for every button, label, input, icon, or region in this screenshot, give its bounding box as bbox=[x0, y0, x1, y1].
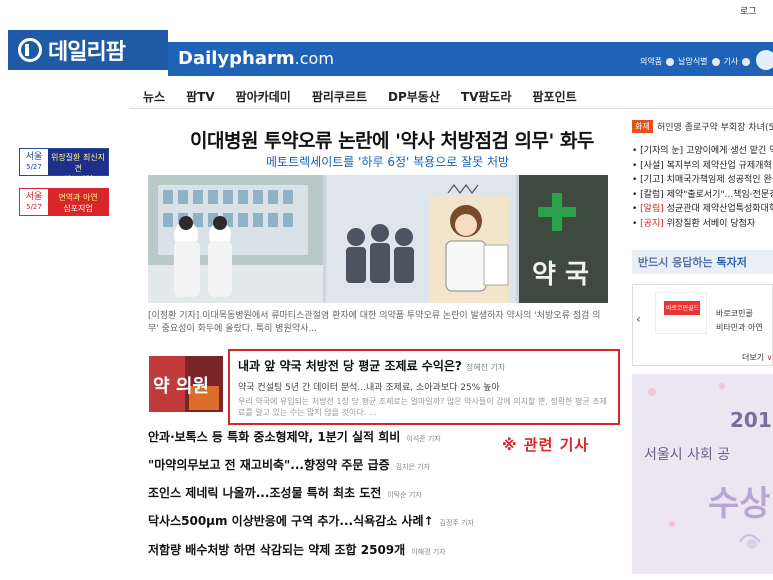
list-item[interactable]: • [기고] 치매국가책임제 성공적인 완성 bbox=[632, 173, 773, 188]
nav-pharm-tv[interactable]: 팜TV bbox=[186, 88, 215, 105]
ad-decoration bbox=[648, 383, 761, 549]
related-label: ※ 관련 기사 bbox=[502, 436, 590, 454]
nav-news[interactable]: 뉴스 bbox=[143, 88, 165, 105]
image-sign-text: 약 국 bbox=[532, 260, 589, 290]
list-item[interactable]: • [알림] 성균관대 제약산업특성화대학원 bbox=[632, 202, 773, 217]
list-item[interactable]: • [공지] 위장질환 서베이 당첨자 bbox=[632, 217, 773, 232]
site-logo[interactable]: 데일리팜 bbox=[8, 30, 168, 70]
badge-text: 면역과 아연 심포지엄 bbox=[48, 189, 108, 215]
search-circle-icon[interactable] bbox=[756, 50, 773, 70]
logo-text: 데일리팜 bbox=[48, 40, 126, 65]
right-ad-banner[interactable] bbox=[632, 374, 773, 574]
related-title: 내과 앞 약국 처방전 당 평균 조제료 수익은? 정혜진 기자 bbox=[238, 359, 506, 373]
page: 로그 데일리팜 Dailypharm.com 의약품 날앙식별 기사 뉴스 팜T… bbox=[0, 0, 773, 580]
hot-news-link[interactable]: 허인영 종로구약 부회장 차녀(5/ bbox=[657, 120, 773, 133]
badge-text: 위장질환 최신지견 심포지엄 bbox=[48, 149, 108, 184]
pharmacy-sign-image: 약 의원 bbox=[149, 356, 223, 412]
more-button[interactable]: 더보기 ∨ bbox=[742, 352, 773, 363]
ad-year: 2017 bbox=[730, 408, 773, 432]
news-item[interactable]: 닥사스500μm 이상반응에 구역 추가...식욕감소 사례↑ 김정주 기자 bbox=[148, 512, 474, 529]
news-item[interactable]: 저함량 배수처방 하면 삭감되는 약제 조합 2509개 이혜경 기자 bbox=[148, 541, 446, 558]
login-link[interactable]: 로그 bbox=[740, 4, 757, 17]
dot-icon bbox=[666, 57, 675, 66]
reader-survey-banner[interactable]: 반드시 응답하는 독자저 bbox=[632, 250, 773, 274]
nav-pharm-recruit[interactable]: 팜리쿠르트 bbox=[312, 88, 367, 105]
list-item[interactable]: • [사설] 복지부의 제약산업 규제개혁 의 bbox=[632, 159, 773, 174]
ad-headline: 서울시 사회 공 bbox=[644, 447, 731, 463]
related-reporter: 정혜진 기자 bbox=[465, 363, 506, 372]
quick-link-drug[interactable]: 의약품 bbox=[640, 56, 662, 67]
list-item[interactable]: • [기자의 눈] 고양이에게 생선 맡긴 약국 bbox=[632, 144, 773, 159]
main-nav: 뉴스 팜TV 팜아카데미 팜리쿠르트 DP부동산 TV팜도라 팜포인트 bbox=[143, 88, 598, 105]
carousel-prev-icon[interactable]: ‹ bbox=[636, 312, 641, 326]
quick-link-news[interactable]: 기사 bbox=[724, 56, 739, 67]
thumb-sign-text: 약 의원 bbox=[153, 375, 209, 397]
nav-pharm-point[interactable]: 팜포인트 bbox=[533, 88, 577, 105]
main-subhead[interactable]: 메토트렉세이트를 '하루 6정' 복용으로 잘못 처방 bbox=[266, 153, 509, 170]
related-body: 우리 약국에 유입되는 처방전 1장 당 평균 조제료는 얼마일까? 많은 약사… bbox=[238, 397, 608, 417]
nav-tv-pharmdora[interactable]: TV팜도라 bbox=[461, 88, 512, 105]
symposium-badge-zinc[interactable]: 서울 5/27 면역과 아연 심포지엄 bbox=[19, 188, 109, 216]
brand-name[interactable]: Dailypharm.com bbox=[178, 48, 334, 69]
quick-link-pill-id[interactable]: 날앙식별 bbox=[678, 56, 707, 67]
nav-pharm-academy[interactable]: 팜아카데미 bbox=[236, 88, 291, 105]
news-item[interactable]: "마약의무보고 전 재고비축"...향정약 주문 급증 김지은 기자 bbox=[148, 456, 430, 473]
logo-mark-icon bbox=[18, 38, 42, 62]
list-item[interactable]: • [칼럼] 제약"출로서기"...책임·전문경영 bbox=[632, 188, 773, 203]
product-desc: 비타민과 아연 bbox=[716, 323, 763, 332]
badge-city: 서울 5/27 bbox=[20, 189, 48, 215]
main-headline[interactable]: 이대병원 투약오류 논란에 '약사 처방점검 의무' 화두 bbox=[190, 126, 594, 153]
related-thumbnail[interactable]: 약 의원 bbox=[149, 356, 223, 412]
hot-tag: 화제 bbox=[632, 120, 653, 133]
dot-icon bbox=[742, 57, 751, 66]
related-subtitle: 약국 컨설팅 5년 간 데이터 분석...내과 조제료, 소아과보다 25% 높… bbox=[238, 383, 500, 393]
product-name[interactable]: 바로코민골 bbox=[716, 308, 753, 319]
dot-icon bbox=[711, 57, 720, 66]
symposium-badge-gi[interactable]: 서울 5/27 위장질환 최신지견 심포지엄 bbox=[19, 148, 109, 184]
pharmacy-illustration: 약 국 bbox=[148, 175, 608, 303]
related-article-box[interactable]: 내과 앞 약국 처방전 당 평균 조제료 수익은? 정혜진 기자 약국 컨설팅 5… bbox=[228, 349, 620, 425]
main-article-image[interactable]: 약 국 bbox=[148, 175, 608, 303]
quick-links: 의약품 날앙식별 기사 bbox=[640, 56, 751, 67]
product-image[interactable]: 바로코민골드 bbox=[655, 292, 707, 334]
main-lead-text[interactable]: [이정환 기자] 이대목동병원에서 류마티스관절염 환자에 대한 의약품 투약오… bbox=[148, 310, 608, 336]
chevron-down-icon: ∨ bbox=[766, 353, 773, 362]
nav-dp-realestate[interactable]: DP부동산 bbox=[388, 88, 440, 105]
right-news-list: • [기자의 눈] 고양이에게 생선 맡긴 약국 • [사설] 복지부의 제약산… bbox=[632, 144, 773, 231]
news-item[interactable]: 조인스 제네릭 나올까...조성물 특허 최초 도전 이탁순 기자 bbox=[148, 484, 422, 501]
badge-city: 서울 5/27 bbox=[20, 149, 48, 175]
nav-divider bbox=[130, 108, 773, 109]
ad-big-text: 수상 bbox=[708, 484, 771, 524]
news-item[interactable]: 안과·보톡스 등 특화 중소형제약, 1분기 실적 희비 이석준 기자 bbox=[148, 428, 441, 445]
